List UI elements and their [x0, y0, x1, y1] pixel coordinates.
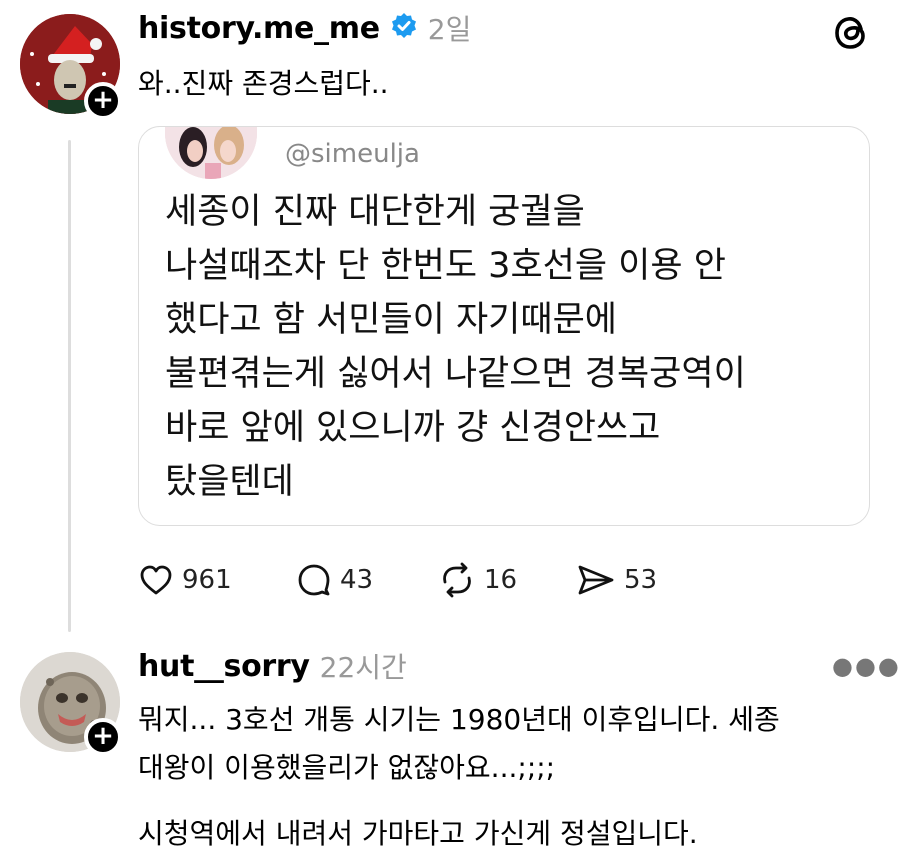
- reply-text-line: 시청역에서 내려서 가마타고 가신게 정설입니다.: [138, 817, 698, 850]
- post-header: history.me_me 2일: [138, 8, 471, 48]
- reply-time: 22시간: [319, 651, 407, 684]
- quoted-post-card[interactable]: @simeulja 세종이 진짜 대단한게 궁궐을 나설때조차 단 한번도 3호…: [138, 126, 870, 526]
- follow-button[interactable]: +: [84, 718, 122, 756]
- heart-icon: [140, 565, 172, 595]
- verified-badge-icon: [390, 12, 418, 44]
- comment-count: 43: [340, 565, 374, 595]
- reply-text-line: 대왕이 이용했을리가 없잖아요...;;;;: [138, 751, 556, 784]
- reply-text-line: 뭐지... 3호선 개통 시기는 1980년대 이후입니다. 세종: [138, 703, 780, 736]
- like-action[interactable]: 961: [138, 562, 232, 598]
- follow-button[interactable]: +: [84, 82, 122, 120]
- quoted-handle[interactable]: @simeulja: [285, 139, 420, 169]
- quoted-text: 세종이 진짜 대단한게 궁궐을 나설때조차 단 한번도 3호선을 이용 안 했다…: [165, 192, 746, 502]
- username[interactable]: history.me_me: [138, 11, 380, 46]
- threads-logo-icon[interactable]: [832, 12, 872, 56]
- quoted-avatar: [165, 127, 257, 179]
- send-icon: [578, 565, 614, 595]
- username[interactable]: hut__sorry: [138, 649, 310, 684]
- share-count: 53: [624, 565, 658, 595]
- comment-action[interactable]: 43: [296, 562, 373, 598]
- repost-icon: [443, 562, 471, 598]
- comment-icon: [298, 564, 330, 596]
- reply-header: hut__sorry 22시간: [138, 646, 407, 686]
- repost-count: 16: [484, 565, 518, 595]
- more-options-icon[interactable]: ●●●: [832, 652, 900, 680]
- post-text: 와..진짜 존경스럽다..: [138, 67, 389, 100]
- repost-action[interactable]: 16: [438, 562, 517, 598]
- like-count: 961: [182, 565, 232, 595]
- thread-line: [68, 140, 71, 632]
- post-time: 2일: [427, 13, 472, 46]
- share-action[interactable]: 53: [576, 562, 657, 598]
